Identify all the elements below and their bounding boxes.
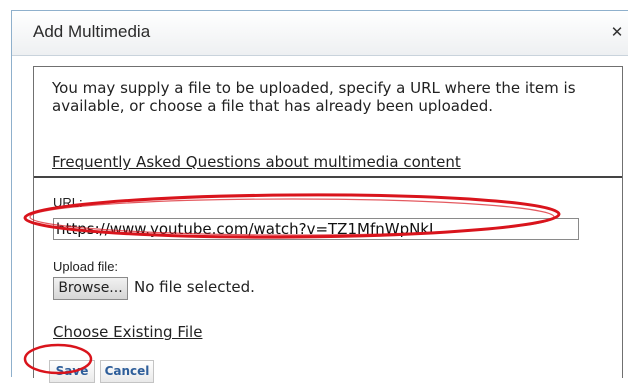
info-section: You may supply a file to be uploaded, sp… <box>34 67 622 178</box>
upload-file-label: Upload file: <box>53 259 119 274</box>
dialog-content: You may supply a file to be uploaded, sp… <box>33 66 623 383</box>
url-input[interactable] <box>53 218 579 240</box>
close-icon[interactable]: ✕ <box>609 23 625 41</box>
add-multimedia-dialog: Add Multimedia ✕ You may supply a file t… <box>11 10 628 383</box>
browse-button[interactable]: Browse... <box>53 277 128 300</box>
dialog-titlebar: Add Multimedia ✕ <box>12 11 628 56</box>
instructions-text: You may supply a file to be uploaded, sp… <box>52 79 576 115</box>
no-file-selected-text: No file selected. <box>134 278 255 296</box>
choose-existing-file-link[interactable]: Choose Existing File <box>53 323 202 341</box>
save-button[interactable]: Save <box>49 360 95 383</box>
cancel-button[interactable]: Cancel <box>100 360 154 383</box>
dialog-title: Add Multimedia <box>33 22 151 41</box>
url-label: URL: <box>53 195 83 210</box>
faq-link[interactable]: Frequently Asked Questions about multime… <box>52 153 461 171</box>
